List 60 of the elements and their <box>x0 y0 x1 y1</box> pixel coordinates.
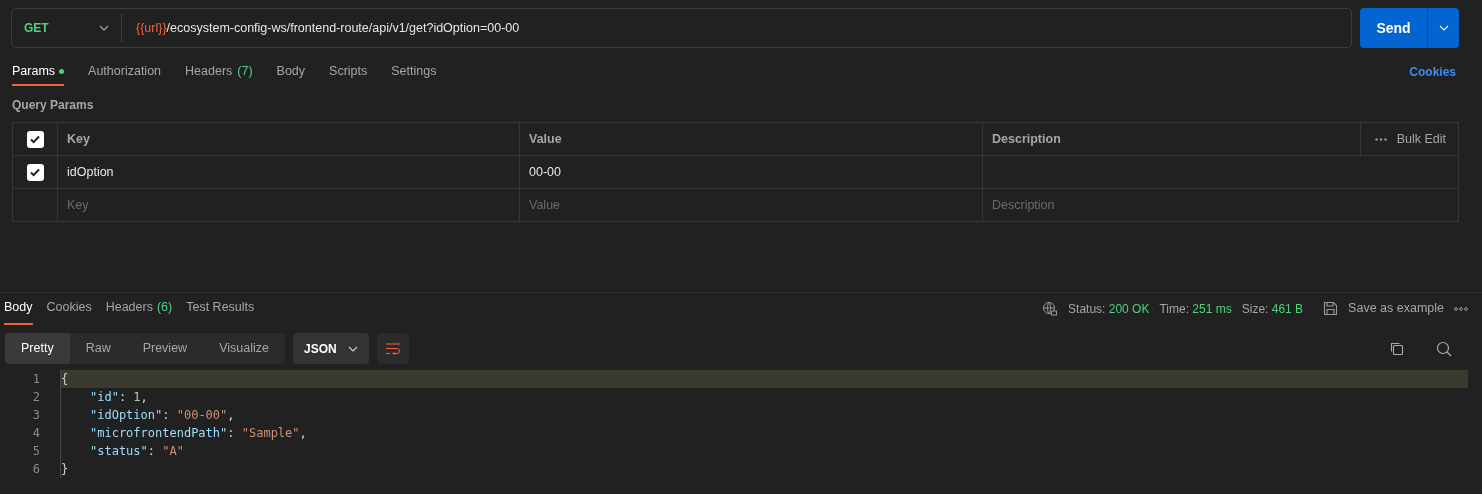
response-tab[interactable]: Body <box>4 292 33 325</box>
response-tab[interactable]: Cookies <box>46 292 92 325</box>
select-all-checkbox[interactable] <box>26 130 44 148</box>
request-tab[interactable]: Params <box>12 58 65 86</box>
bulk-edit-button[interactable]: Bulk Edit <box>1396 129 1446 149</box>
view-mode-tab[interactable]: Preview <box>126 333 204 364</box>
column-header: Description <box>983 123 1361 155</box>
code-line: "microfrontendPath": "Sample", <box>60 424 1468 442</box>
cookies-link[interactable]: Cookies <box>1409 63 1456 81</box>
method-dropdown[interactable]: GET <box>12 14 122 42</box>
save-icon[interactable] <box>1323 301 1339 316</box>
value-input[interactable]: Value <box>529 195 982 215</box>
request-tab[interactable]: Scripts <box>329 58 368 86</box>
column-header: Key <box>58 123 520 155</box>
checkmark-icon <box>29 133 41 145</box>
time-label: Time: 251 ms <box>1159 300 1232 318</box>
status-label: Status: 200 OK <box>1068 300 1150 318</box>
more-icon[interactable] <box>1454 306 1468 311</box>
code-line: } <box>60 460 1468 478</box>
chevron-down-icon <box>1438 25 1449 31</box>
response-tab[interactable]: Headers (6) <box>105 292 173 325</box>
key-input[interactable]: Key <box>67 195 519 215</box>
search-icon[interactable] <box>1436 340 1452 357</box>
size-label: Size: 461 B <box>1241 300 1304 318</box>
send-button[interactable]: Send <box>1360 8 1427 48</box>
globe-lock-icon <box>1042 300 1059 317</box>
param-value[interactable]: 00-00 <box>529 162 561 182</box>
request-tab[interactable]: Authorization <box>88 58 162 86</box>
line-number: 1 <box>31 371 40 388</box>
copy-icon[interactable] <box>1389 341 1404 356</box>
line-number: 6 <box>31 461 40 478</box>
url-input[interactable]: {{url}}/ecosystem-config-ws/frontend-route/api/v1/get?idOption=00-00 <box>122 18 520 38</box>
description-input[interactable]: Description <box>992 195 1458 215</box>
save-example-button[interactable]: Save as example <box>1348 299 1444 318</box>
section-title: Query Params <box>11 97 95 114</box>
code-line: "idOption": "00-00", <box>60 406 1468 424</box>
request-tab[interactable]: Settings <box>391 58 437 86</box>
wrap-lines-button[interactable] <box>376 333 409 364</box>
column-header: Value <box>520 123 983 155</box>
line-number: 5 <box>31 443 40 460</box>
chevron-down-icon <box>99 25 109 31</box>
format-dropdown[interactable]: JSON <box>292 333 369 364</box>
url-bar[interactable]: GET {{url}}/ecosystem-config-ws/frontend-route/api/v1/get?idOption=00-00 <box>11 8 1352 48</box>
view-mode-tab[interactable]: Raw <box>69 333 127 364</box>
chevron-down-icon <box>347 345 358 352</box>
wrap-lines-icon <box>384 342 401 355</box>
param-key[interactable]: idOption <box>67 162 114 182</box>
line-number: 4 <box>31 425 40 442</box>
row-checkbox[interactable] <box>26 163 44 181</box>
code-line: "status": "A" <box>60 442 1468 460</box>
more-icon[interactable] <box>1374 137 1387 141</box>
request-tab[interactable]: Body <box>276 58 306 86</box>
code-line: "id": 1, <box>60 388 1468 406</box>
line-number: 2 <box>31 389 40 406</box>
view-mode-tab[interactable]: Pretty <box>5 333 70 364</box>
view-mode-tab[interactable]: Visualize <box>203 333 285 364</box>
request-tab[interactable]: Headers (7) <box>185 58 253 86</box>
checkmark-icon <box>29 166 41 178</box>
line-number: 3 <box>31 407 40 424</box>
response-tab[interactable]: Test Results <box>186 292 255 325</box>
